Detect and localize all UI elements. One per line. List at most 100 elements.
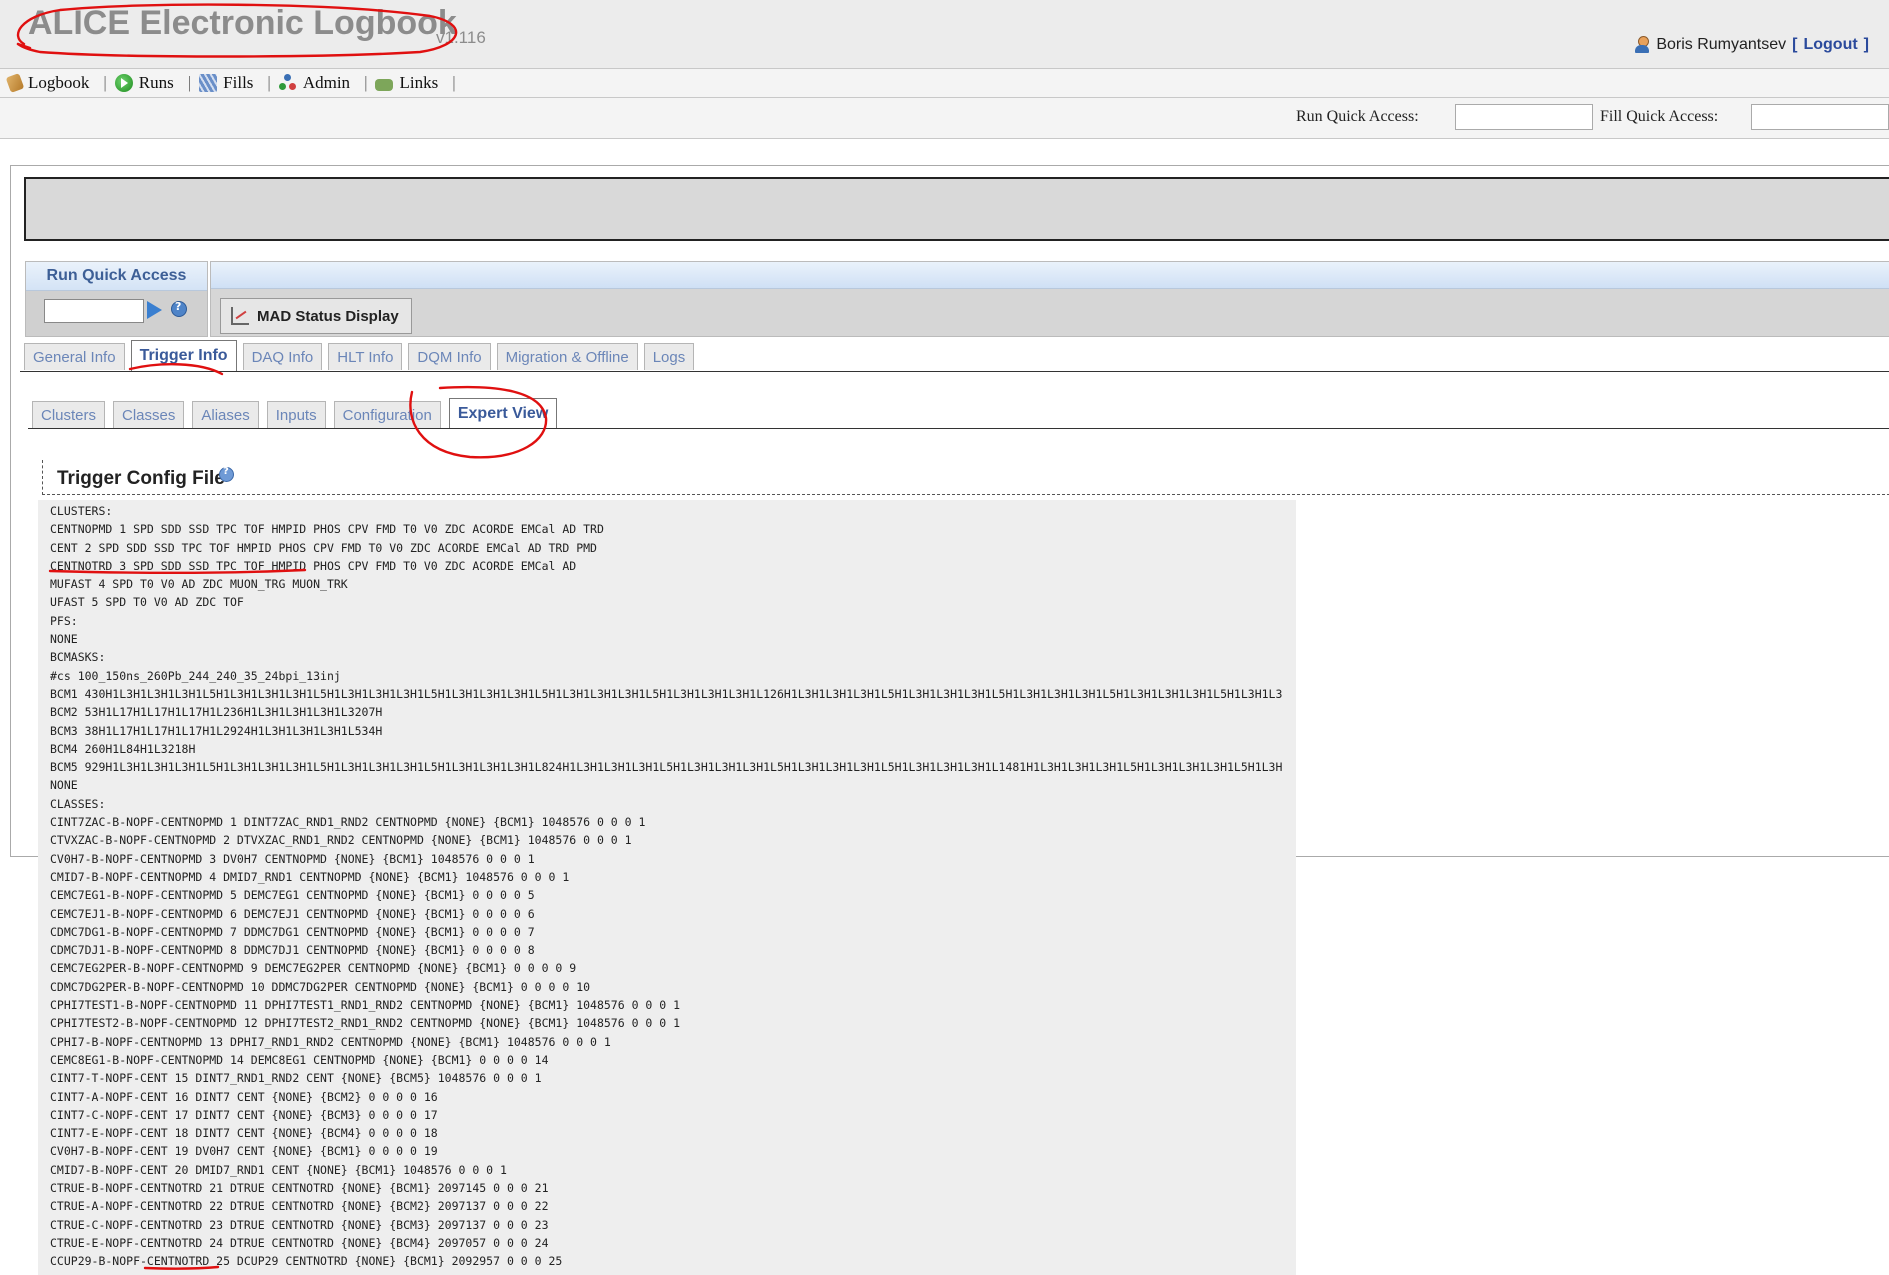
runs-icon — [114, 74, 133, 92]
tab-dqm-info[interactable]: DQM Info — [408, 343, 491, 370]
admin-icon — [278, 74, 297, 92]
run-banner — [24, 177, 1889, 241]
nav-separator: | — [103, 73, 107, 92]
logout-bracket-close: ] — [1863, 36, 1869, 53]
nav-separator: | — [187, 73, 192, 92]
nav-separator: | — [267, 73, 271, 92]
tab-logs[interactable]: Logs — [643, 343, 695, 370]
run-number-input[interactable] — [44, 299, 144, 323]
tab-general-info[interactable]: General Info — [24, 343, 125, 370]
config-line: CLASSES: — [50, 796, 106, 811]
config-line: CEMC8EG1-B-NOPF-CENTNOPMD 14 DEMC8EG1 CE… — [50, 1052, 549, 1067]
config-line: BCM1 430H1L3H1L3H1L3H1L5H1L3H1L3H1L3H1L5… — [50, 686, 1283, 701]
go-arrow-icon[interactable] — [147, 301, 162, 319]
config-line: CPHI7TEST1-B-NOPF-CENTNOPMD 11 DPHI7TEST… — [50, 998, 681, 1013]
user-icon — [1634, 36, 1650, 54]
config-line: CENTNOTRD 3 SPD SDD SSD TPC TOF HMPID PH… — [50, 558, 577, 573]
nav-item-fills[interactable]: Fills — [199, 73, 253, 93]
config-line: CTVXZAC-B-NOPF-CENTNOPMD 2 DTVXZAC_RND1_… — [50, 833, 632, 848]
app-version: v1.116 — [436, 28, 486, 47]
config-line: CENTNOPMD 1 SPD SDD SSD TPC TOF HMPID PH… — [50, 522, 604, 537]
tab-daq-info[interactable]: DAQ Info — [242, 343, 323, 370]
config-line: NONE — [50, 632, 78, 647]
tab-classes[interactable]: Classes — [113, 401, 185, 428]
nav-item-links[interactable]: Links — [375, 73, 438, 93]
trigger-config-title: Trigger Config File — [57, 468, 225, 489]
config-line: CTRUE-A-NOPF-CENTNOTRD 22 DTRUE CENTNOTR… — [50, 1199, 549, 1214]
config-line: NONE — [50, 778, 78, 793]
main-tabs-divider — [20, 371, 1889, 372]
user-area: Boris Rumyantsev [ Logout] — [1634, 36, 1869, 54]
logout-link[interactable]: Logout — [1803, 36, 1857, 54]
trigger-sub-tabs: Clusters Classes Aliases Inputs Configur… — [32, 398, 558, 429]
config-line: UFAST 5 SPD T0 V0 AD ZDC TOF — [50, 595, 244, 610]
config-line: CDMC7DG2PER-B-NOPF-CENTNOPMD 10 DDMC7DG2… — [50, 979, 591, 994]
config-line: BCM3 38H1L17H1L17H1L17H1L2924H1L3H1L3H1L… — [50, 723, 383, 738]
config-line: BCMASKS: — [50, 650, 106, 665]
help-icon[interactable] — [171, 300, 187, 317]
config-line: CEMC7EG2PER-B-NOPF-CENTNOPMD 9 DEMC7EG2P… — [50, 961, 577, 976]
nav-item-label: Logbook — [28, 73, 90, 92]
run-quick-access-input[interactable] — [1455, 104, 1593, 130]
trigger-config-text: CLUSTERS: CENTNOPMD 1 SPD SDD SSD TPC TOF… — [50, 502, 1282, 1270]
config-line: CCUP29-B-NOPF-CENTNOTRD 25 DCUP29 CENTNO… — [50, 1254, 563, 1269]
config-line: CTRUE-B-NOPF-CENTNOTRD 21 DTRUE CENTNOTR… — [50, 1180, 549, 1195]
config-line: CINT7-C-NOPF-CENT 17 DINT7 CENT {NONE} {… — [50, 1107, 438, 1122]
fills-icon — [199, 74, 218, 92]
nav-item-logbook[interactable]: Logbook — [5, 73, 90, 93]
nav-item-label: Links — [399, 73, 439, 92]
tab-trigger-info[interactable]: Trigger Info — [130, 340, 237, 371]
help-icon[interactable] — [219, 466, 234, 482]
config-line: CLUSTERS: — [50, 504, 113, 518]
tab-migration-offline[interactable]: Migration & Offline — [496, 343, 638, 370]
tab-clusters[interactable]: Clusters — [32, 401, 106, 428]
chart-line-icon — [231, 307, 249, 325]
nav-item-label: Fills — [223, 73, 254, 92]
run-quick-access-label: Run Quick Access: — [1296, 108, 1419, 125]
logbook-icon — [5, 73, 25, 93]
config-line: CDMC7DG1-B-NOPF-CENTNOPMD 7 DDMC7DG1 CEN… — [50, 924, 535, 939]
main-tabs: General Info Trigger Info DAQ Info HLT I… — [24, 340, 695, 371]
nav-separator: | — [452, 73, 456, 92]
config-line: CEMC7EG1-B-NOPF-CENTNOPMD 5 DEMC7EG1 CEN… — [50, 888, 535, 903]
app-header: ALICE Electronic Logbook v1.116 Boris Ru… — [0, 0, 1889, 69]
fill-quick-access-input[interactable] — [1751, 104, 1889, 130]
nav-item-label: Admin — [302, 73, 351, 92]
user-name: Boris Rumyantsev — [1656, 36, 1787, 53]
mad-status-display-button[interactable]: MAD Status Display — [220, 298, 412, 334]
tab-expert-view[interactable]: Expert View — [448, 398, 558, 429]
config-line: CINT7-T-NOPF-CENT 15 DINT7_RND1_RND2 CEN… — [50, 1071, 542, 1086]
config-line: CMID7-B-NOPF-CENTNOPMD 4 DMID7_RND1 CENT… — [50, 869, 570, 884]
tab-hlt-info[interactable]: HLT Info — [328, 343, 403, 370]
tab-aliases[interactable]: Aliases — [192, 401, 259, 428]
config-line: CEMC7EJ1-B-NOPF-CENTNOPMD 6 DEMC7EJ1 CEN… — [50, 906, 535, 921]
config-line: CDMC7DJ1-B-NOPF-CENTNOPMD 8 DDMC7DJ1 CEN… — [50, 943, 535, 958]
config-line: CV0H7-B-NOPF-CENTNOPMD 3 DV0H7 CENTNOPMD… — [50, 851, 535, 866]
config-line: #cs 100_150ns_260Pb_244_240_35_24bpi_13i… — [50, 668, 341, 683]
nav-item-label: Runs — [138, 73, 174, 92]
tab-inputs[interactable]: Inputs — [266, 401, 326, 428]
config-line: CMID7-B-NOPF-CENT 20 DMID7_RND1 CENT {NO… — [50, 1162, 507, 1177]
fill-quick-access-label: Fill Quick Access: — [1600, 108, 1719, 125]
run-tools-strip: MAD Status Display — [210, 261, 1889, 337]
config-line: BCM4 260H1L84H1L3218H — [50, 741, 196, 756]
config-line: CTRUE-E-NOPF-CENTNOTRD 24 DTRUE CENTNOTR… — [50, 1235, 549, 1250]
main-nav: Logbook | Runs | Fills | Admin | Links | — [0, 69, 1889, 98]
config-line: CINT7-E-NOPF-CENT 18 DINT7 CENT {NONE} {… — [50, 1126, 438, 1141]
tab-configuration[interactable]: Configuration — [333, 401, 441, 428]
nav-item-runs[interactable]: Runs — [114, 73, 174, 93]
config-line: CENT 2 SPD SDD SSD TPC TOF HMPID PHOS CP… — [50, 540, 597, 555]
config-line: MUFAST 4 SPD T0 V0 AD ZDC MUON_TRG MUON_… — [50, 577, 348, 592]
nav-item-admin[interactable]: Admin — [278, 73, 351, 93]
config-line: CINT7-A-NOPF-CENT 16 DINT7 CENT {NONE} {… — [50, 1089, 438, 1104]
config-line: BCM2 53H1L17H1L17H1L17H1L236H1L3H1L3H1L3… — [50, 705, 383, 720]
mad-status-display-label: MAD Status Display — [257, 307, 399, 325]
run-quick-access-title: Run Quick Access — [26, 262, 207, 291]
app-title: ALICE Electronic Logbook — [28, 4, 457, 42]
run-tools-header — [211, 262, 1889, 289]
sub-tabs-divider — [28, 428, 1889, 429]
config-line: CPHI7TEST2-B-NOPF-CENTNOPMD 12 DPHI7TEST… — [50, 1016, 681, 1031]
config-line: PFS: — [50, 613, 78, 628]
logout-bracket-open: [ — [1792, 36, 1798, 53]
trigger-config-header: Trigger Config File — [42, 460, 1889, 495]
